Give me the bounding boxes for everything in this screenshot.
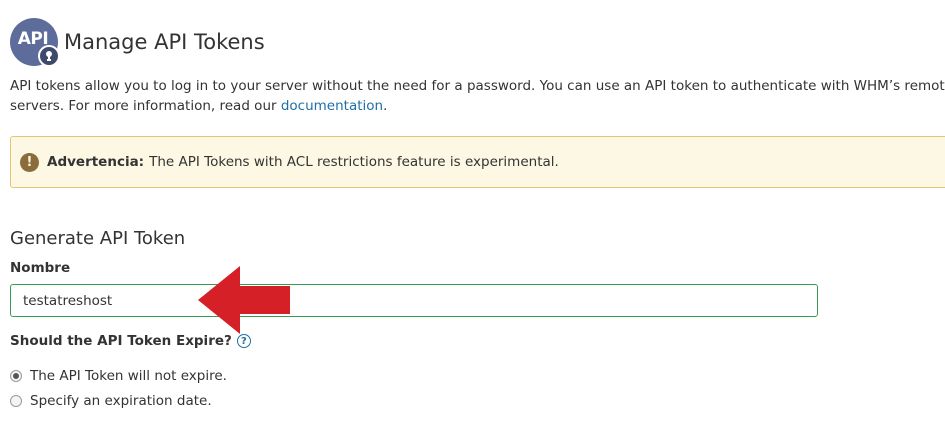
lock-icon [38, 45, 60, 67]
documentation-link[interactable]: documentation [281, 98, 383, 114]
radio-option-label: Specify an expiration date. [30, 393, 212, 409]
warning-alert: ! Advertencia: The API Tokens with ACL r… [10, 136, 945, 188]
token-name-input[interactable] [10, 284, 818, 317]
radio-option-label: The API Token will not expire. [30, 368, 227, 384]
exclamation-icon: ! [20, 152, 39, 172]
page-title: Manage API Tokens [64, 30, 265, 54]
description-prefix: servers. For more information, read our [10, 98, 281, 114]
name-label: Nombre [10, 260, 71, 276]
radio-selected-icon[interactable] [10, 370, 22, 382]
section-title: Generate API Token [10, 228, 186, 249]
page-description: API tokens allow you to log in to your s… [10, 76, 945, 116]
description-line-1: API tokens allow you to log in to your s… [10, 78, 945, 94]
red-arrow-icon [198, 266, 290, 334]
radio-option-no-expire[interactable]: The API Token will not expire. [10, 368, 227, 384]
help-icon[interactable]: ? [236, 334, 251, 348]
description-suffix: . [383, 98, 388, 114]
api-logo-icon: API [10, 18, 60, 67]
expire-label: Should the API Token Expire? [10, 333, 232, 349]
description-line-2: servers. For more information, read our … [10, 96, 945, 116]
radio-option-expiration-date[interactable]: Specify an expiration date. [10, 393, 212, 409]
manage-api-tokens-page: API Manage API Tokens API tokens allow y… [0, 0, 945, 421]
alert-label: Advertencia: [47, 154, 145, 170]
page-header: API Manage API Tokens [10, 18, 265, 67]
alert-message: The API Tokens with ACL restrictions fea… [149, 154, 559, 170]
radio-unselected-icon[interactable] [10, 395, 22, 407]
expire-question: Should the API Token Expire? ? [10, 333, 251, 349]
